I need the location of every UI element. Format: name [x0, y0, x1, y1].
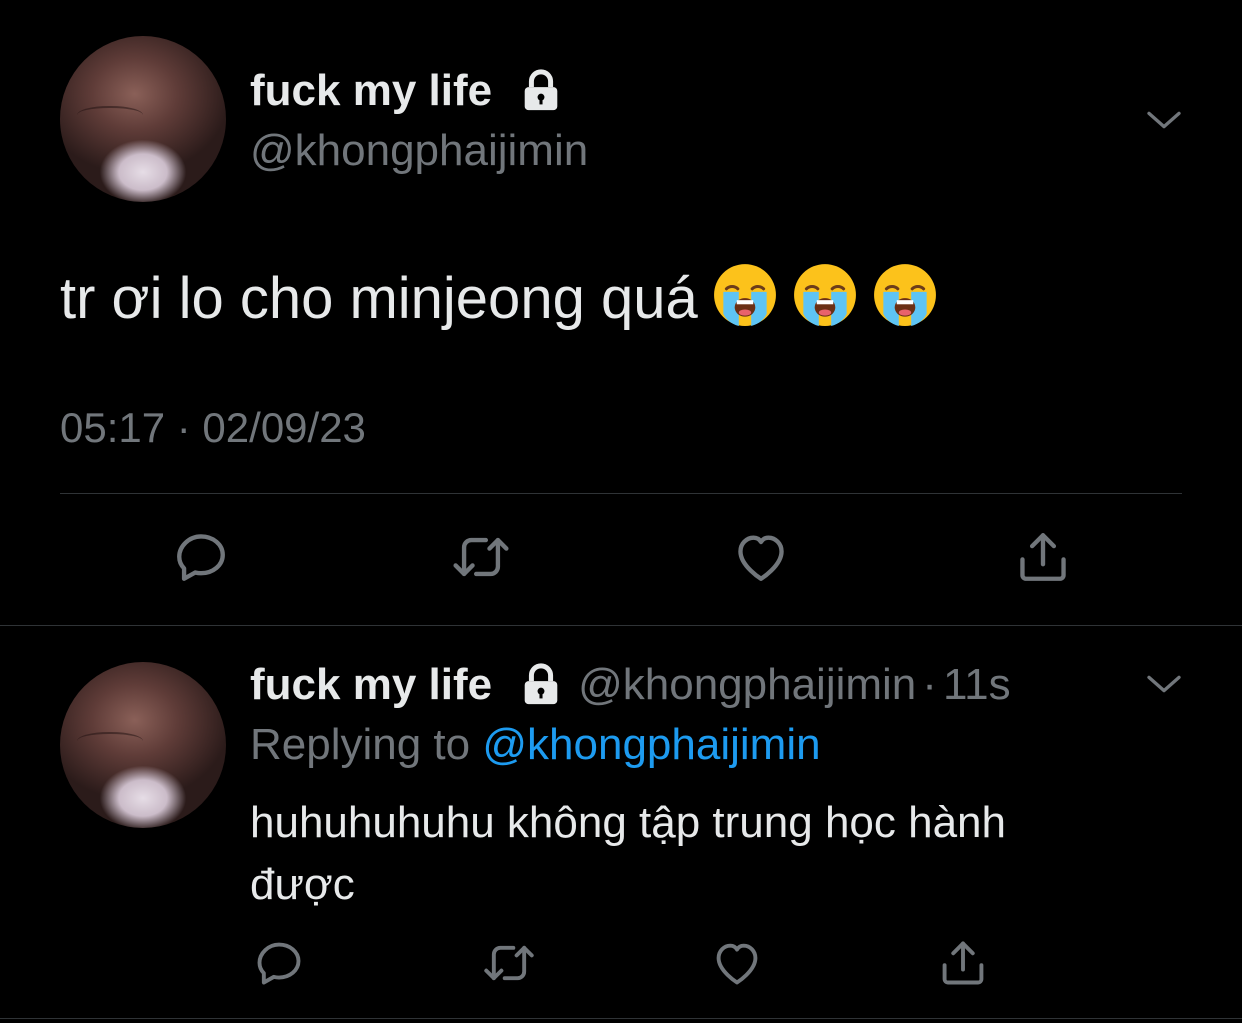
section-divider: [0, 625, 1242, 626]
retweet-icon: [483, 937, 535, 994]
crying-face-icon: [792, 262, 858, 342]
share-icon: [1014, 528, 1072, 591]
reply-time[interactable]: 11s: [943, 660, 1011, 710]
reply-text: huhuhuhuhu không tập trung học hành được: [250, 792, 1150, 916]
chevron-down-icon[interactable]: [1144, 100, 1184, 145]
main-tweet-header: fuck my life @khongphaijimin: [250, 62, 588, 176]
tweet-text: tr ơi lo cho minjeong quá: [60, 266, 698, 331]
reply-button[interactable]: [252, 938, 306, 992]
tweet-text-row: tr ơi lo cho minjeong quá: [60, 262, 938, 342]
replying-to-label: Replying to: [250, 720, 471, 769]
reply-icon: [172, 528, 230, 591]
crying-face-icon: [712, 262, 778, 342]
retweet-button[interactable]: [482, 938, 536, 992]
crying-face-icon: [872, 262, 938, 342]
reply-text-line: được: [250, 860, 355, 909]
chevron-down-icon[interactable]: [1144, 664, 1184, 709]
retweet-button[interactable]: [450, 528, 512, 590]
reply-icon: [253, 937, 305, 994]
lock-icon: [518, 68, 564, 114]
lock-icon: [518, 662, 564, 708]
timestamp[interactable]: 05:17 · 02/09/23: [60, 404, 366, 452]
share-button[interactable]: [1012, 528, 1074, 590]
heart-icon: [732, 528, 790, 591]
share-button[interactable]: [936, 938, 990, 992]
bottom-divider: [0, 1018, 1242, 1019]
retweet-icon: [452, 528, 510, 591]
reply-button[interactable]: [170, 528, 232, 590]
time-separator: ·: [922, 660, 937, 709]
avatar[interactable]: [60, 36, 226, 202]
replying-to-handle-link[interactable]: @khongphaijimin: [482, 720, 820, 769]
reply-handle[interactable]: @khongphaijimin: [578, 660, 916, 710]
like-button[interactable]: [710, 938, 764, 992]
reply-text-line: huhuhuhuhu không tập trung học hành: [250, 798, 1006, 847]
like-button[interactable]: [730, 528, 792, 590]
reply-header: fuck my life @khongphaijimin · 11s: [250, 656, 1011, 714]
replying-to: Replying to @khongphaijimin: [250, 720, 821, 770]
share-icon: [937, 937, 989, 994]
handle[interactable]: @khongphaijimin: [250, 126, 588, 176]
heart-icon: [711, 937, 763, 994]
reply-display-name[interactable]: fuck my life: [250, 660, 492, 710]
display-name[interactable]: fuck my life: [250, 66, 492, 116]
reply-avatar[interactable]: [60, 662, 226, 828]
divider: [60, 493, 1182, 494]
